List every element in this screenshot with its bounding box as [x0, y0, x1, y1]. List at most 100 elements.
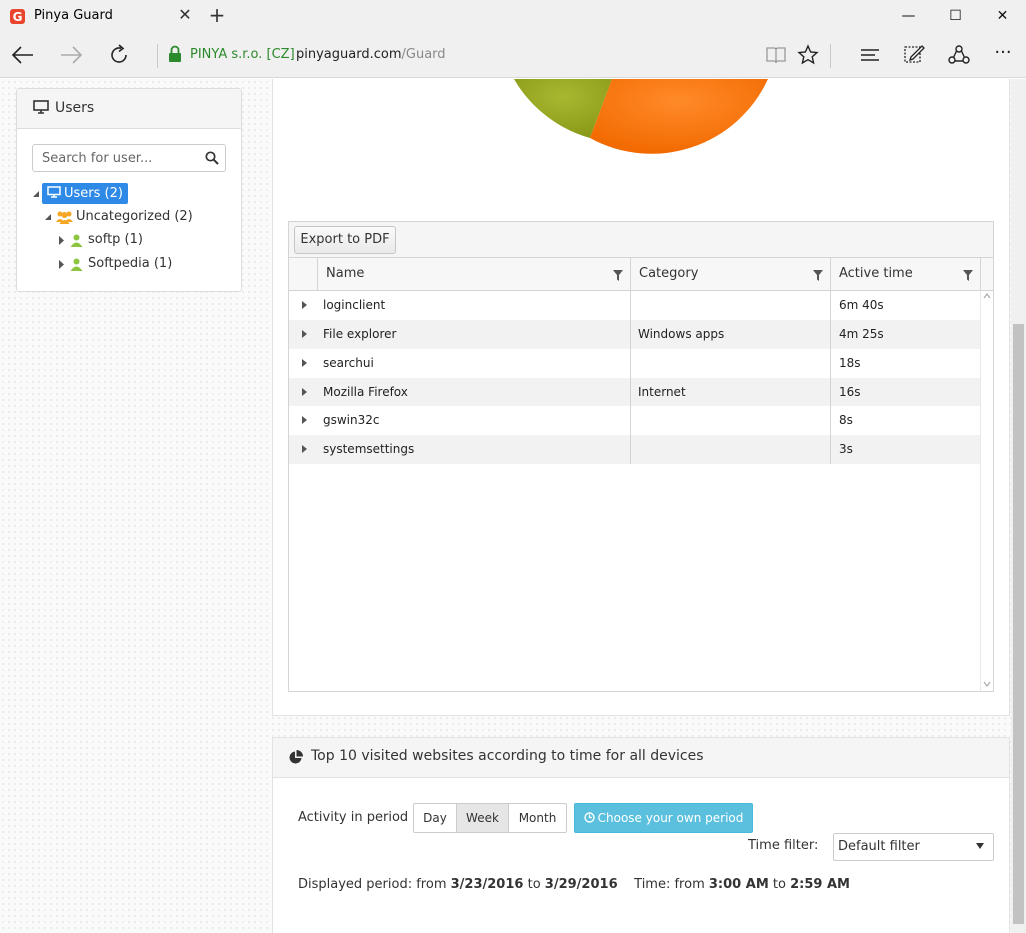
export-pdf-button[interactable]: Export to PDF — [294, 226, 396, 254]
scroll-down-icon[interactable] — [983, 681, 991, 687]
address-bar-url[interactable]: pinyaguard.com/Guard — [296, 47, 446, 62]
date-from: 3/23/2016 — [450, 877, 524, 892]
tree-collapse-icon[interactable] — [44, 213, 52, 221]
tree-node-users[interactable]: Users (2) — [42, 183, 128, 204]
column-category-label: Category — [639, 266, 699, 281]
period-week-button[interactable]: Week — [456, 803, 509, 833]
displayed-period-prefix: Displayed period: from — [298, 877, 447, 892]
cell-name: systemsettings — [323, 442, 415, 456]
tree-node-user-softpedia[interactable]: Softpedia (1) — [88, 255, 172, 273]
cell-category: Windows apps — [638, 327, 725, 341]
row-expand-icon[interactable] — [301, 330, 307, 338]
column-header-category[interactable]: Category — [630, 258, 831, 291]
time-to: 2:59 AM — [790, 877, 850, 892]
user-icon — [70, 234, 83, 247]
user-icon — [70, 258, 83, 271]
table-row[interactable] — [289, 406, 980, 435]
column-active-time-label: Active time — [839, 266, 913, 281]
cell-active-time: 16s — [839, 385, 861, 399]
filter-icon[interactable] — [813, 270, 823, 281]
tree-expand-icon[interactable] — [58, 236, 64, 245]
row-expand-icon[interactable] — [301, 445, 307, 453]
time-filter-select[interactable]: Default filter — [833, 833, 994, 861]
cell-name: gswin32c — [323, 413, 380, 427]
cell-name: File explorer — [323, 327, 397, 341]
cell-category: Internet — [638, 385, 686, 399]
filter-icon[interactable] — [613, 270, 623, 281]
row-expand-icon[interactable] — [301, 301, 307, 309]
more-options-icon[interactable]: ··· — [990, 42, 1016, 66]
activity-period-label: Activity in period — [298, 810, 409, 825]
user-group-icon — [56, 211, 73, 224]
tab-title: Pinya Guard — [34, 8, 113, 23]
url-host: pinyaguard.com — [296, 47, 402, 62]
cell-active-time: 4m 25s — [839, 327, 884, 341]
cell-name: searchui — [323, 356, 374, 370]
hub-icon[interactable] — [859, 45, 881, 65]
websites-card-title: Top 10 visited websites according to tim… — [311, 748, 704, 764]
row-expand-icon[interactable] — [301, 416, 307, 424]
row-expand-icon[interactable] — [301, 388, 307, 396]
users-panel-title: Users — [55, 100, 95, 116]
monitor-icon — [33, 100, 49, 114]
choose-period-label: Choose your own period — [597, 811, 744, 825]
cell-active-time: 6m 40s — [839, 298, 884, 312]
cell-active-time: 3s — [839, 442, 853, 456]
time-from: 3:00 AM — [708, 877, 769, 892]
page-scrollbar-thumb[interactable] — [1013, 324, 1024, 924]
user-search-input[interactable] — [33, 145, 201, 171]
clock-icon — [583, 812, 595, 823]
displayed-period-text: Displayed period: from 3/23/2016 to 3/29… — [298, 877, 850, 892]
back-arrow-icon[interactable] — [11, 44, 35, 66]
time-filter-label: Time filter: — [748, 838, 819, 853]
address-separator — [157, 44, 158, 68]
column-name-label: Name — [326, 266, 365, 281]
row-expand-icon[interactable] — [301, 359, 307, 367]
pinya-logo-icon: G — [10, 9, 25, 24]
tree-expand-icon[interactable] — [58, 260, 64, 269]
usage-pie-chart — [514, 79, 768, 154]
to-word: to — [772, 877, 786, 892]
period-month-button[interactable]: Month — [508, 803, 567, 833]
column-header-active-time[interactable]: Active time — [830, 258, 981, 291]
time-range-prefix: Time: from — [634, 877, 705, 892]
users-panel-header — [17, 89, 241, 129]
tab-close-icon[interactable]: ✕ — [176, 6, 194, 24]
dropdown-arrow-icon[interactable] — [975, 842, 985, 850]
cell-name: loginclient — [323, 298, 386, 312]
pie-slice-other[interactable] — [590, 79, 768, 154]
favorite-star-icon[interactable] — [797, 44, 819, 66]
share-icon[interactable] — [947, 43, 971, 67]
date-to: 3/29/2016 — [544, 877, 618, 892]
tree-node-uncategorized[interactable]: Uncategorized (2) — [76, 208, 193, 226]
new-tab-icon[interactable]: + — [206, 4, 228, 26]
filter-icon[interactable] — [963, 270, 973, 281]
cell-active-time: 8s — [839, 413, 853, 427]
maximize-icon[interactable]: ☐ — [932, 0, 979, 33]
scroll-up-icon[interactable] — [983, 293, 991, 299]
reading-view-icon[interactable] — [765, 45, 787, 65]
pie-chart-icon — [289, 750, 303, 764]
minimize-icon[interactable]: — — [885, 0, 932, 33]
search-icon[interactable] — [205, 151, 219, 165]
svg-text:G: G — [13, 10, 23, 24]
period-day-button[interactable]: Day — [413, 803, 457, 833]
window-close-icon[interactable]: ✕ — [979, 0, 1026, 33]
tree-node-user-softp[interactable]: softp (1) — [88, 231, 143, 249]
web-note-icon[interactable] — [903, 43, 925, 65]
column-divider — [630, 291, 631, 464]
forward-arrow-icon[interactable] — [59, 44, 83, 66]
to-word: to — [527, 877, 541, 892]
cell-name: Mozilla Firefox — [323, 385, 408, 399]
url-path: /Guard — [401, 47, 446, 62]
column-divider — [830, 291, 831, 464]
column-header-name[interactable]: Name — [317, 258, 631, 291]
refresh-icon[interactable] — [107, 43, 131, 67]
site-certificate[interactable]: PINYA s.r.o. [CZ] — [190, 47, 295, 62]
time-filter-value: Default filter — [838, 839, 920, 854]
tree-collapse-icon[interactable] — [32, 190, 40, 198]
table-row[interactable] — [289, 349, 980, 378]
choose-period-button[interactable]: Choose your own period — [574, 803, 753, 833]
grid-scrollbar[interactable] — [980, 291, 993, 691]
lock-icon[interactable] — [168, 45, 182, 63]
